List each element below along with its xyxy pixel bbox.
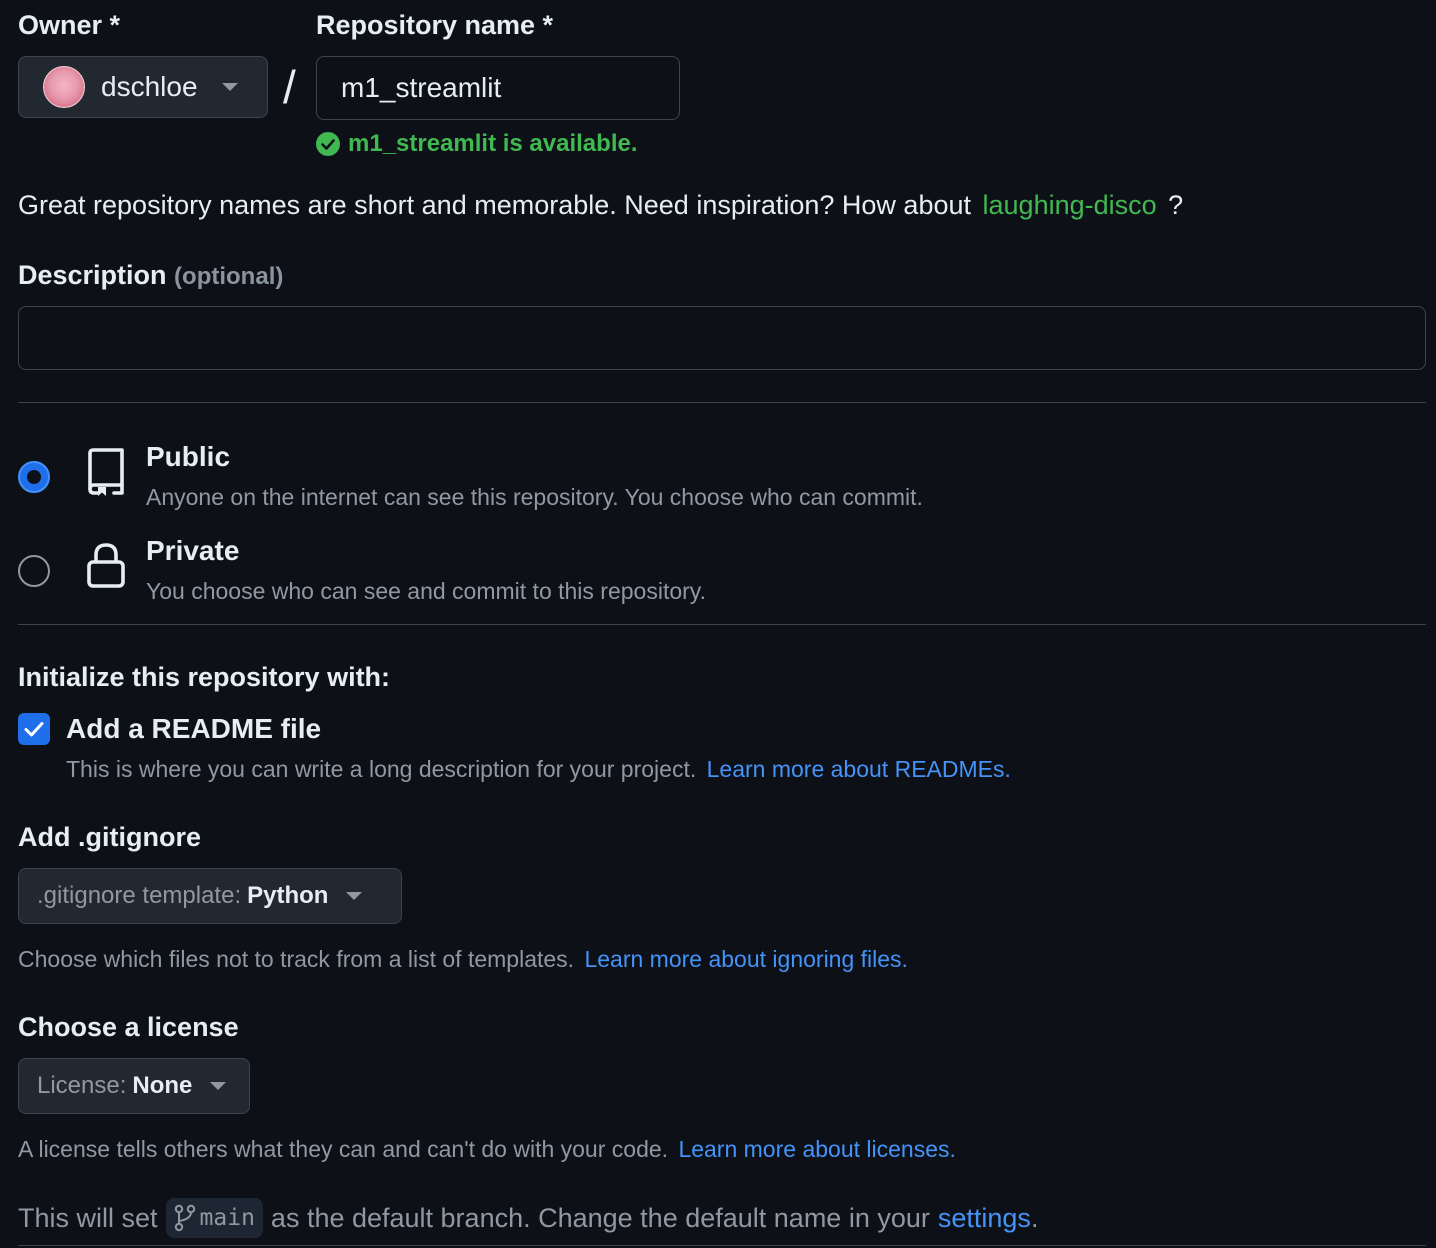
chevron-down-icon — [210, 1082, 227, 1090]
readme-desc: This is where you can write a long descr… — [66, 756, 697, 782]
git-branch-icon — [174, 1204, 195, 1232]
lock-icon — [87, 543, 125, 588]
gitignore-select[interactable]: .gitignore template: Python — [18, 868, 402, 924]
description-label-text: Description — [18, 260, 167, 290]
checkmark-icon — [24, 722, 44, 737]
initialize-label: Initialize this repository with: — [18, 662, 391, 692]
settings-link[interactable]: settings — [938, 1203, 1031, 1234]
default-branch-note: This will set main as the default branch… — [18, 1198, 1038, 1238]
gitignore-label: Add .gitignore — [18, 822, 201, 852]
description-input[interactable] — [18, 306, 1426, 370]
repo-icon — [88, 448, 124, 496]
optional-tag: (optional) — [174, 263, 284, 290]
branch-text-end: . — [1030, 1202, 1039, 1233]
check-circle-icon — [316, 132, 340, 156]
readme-checkbox[interactable] — [18, 713, 50, 745]
suggested-name-link[interactable]: laughing-disco — [983, 190, 1157, 220]
visibility-private-desc: You choose who can see and commit to thi… — [146, 578, 706, 604]
divider — [18, 402, 1426, 403]
gitignore-help: Choose which files not to track from a l… — [18, 946, 908, 973]
license-help: A license tells others what they can and… — [18, 1136, 956, 1163]
visibility-public-desc: Anyone on the internet can see this repo… — [146, 484, 923, 510]
description-label: Description (optional) — [18, 260, 283, 291]
repo-name-label: Repository name * — [316, 10, 554, 40]
branch-text-before: This will set — [18, 1202, 158, 1233]
readme-title: Add a README file — [66, 713, 322, 744]
visibility-private-title: Private — [146, 535, 240, 566]
license-label: Choose a license — [18, 1012, 239, 1042]
repo-name-input[interactable] — [316, 56, 680, 120]
owner-repo-separator: / — [283, 61, 296, 113]
owner-name: dschloe — [101, 71, 198, 102]
license-select-prefix: License: — [37, 1072, 127, 1099]
inspiration-line: Great repository names are short and mem… — [18, 190, 1183, 221]
availability-text: m1_streamlit is available. — [348, 130, 638, 157]
branch-chip: main — [165, 1198, 263, 1238]
gitignore-select-prefix: .gitignore template: — [37, 882, 242, 909]
avatar — [43, 66, 85, 108]
divider — [18, 1245, 1426, 1246]
visibility-radio-private[interactable] — [18, 555, 50, 587]
readme-learn-more-link[interactable]: Learn more about READMEs. — [707, 756, 1011, 782]
radio-selected-dot — [27, 470, 41, 484]
visibility-radio-public[interactable] — [18, 461, 50, 493]
gitignore-learn-more-link[interactable]: Learn more about ignoring files. — [584, 946, 907, 972]
availability-message: m1_streamlit is available. — [316, 130, 638, 158]
license-select-value: None — [132, 1072, 193, 1099]
license-learn-more-link[interactable]: Learn more about licenses. — [678, 1136, 955, 1162]
license-select[interactable]: License: None — [18, 1058, 250, 1114]
gitignore-help-text: Choose which files not to track from a l… — [18, 946, 575, 972]
branch-text-after: as the default branch. Change the defaul… — [270, 1202, 930, 1233]
owner-label: Owner * — [18, 10, 121, 40]
divider — [18, 624, 1426, 625]
owner-select[interactable]: dschloe — [18, 56, 268, 118]
readme-help: This is where you can write a long descr… — [66, 756, 1011, 783]
chevron-down-icon — [221, 83, 238, 91]
branch-name: main — [199, 1205, 255, 1231]
inspiration-suffix: ? — [1168, 190, 1184, 220]
inspiration-text: Great repository names are short and mem… — [18, 190, 971, 220]
visibility-public-title: Public — [146, 441, 231, 472]
gitignore-select-value: Python — [247, 882, 329, 909]
license-help-text: A license tells others what they can and… — [18, 1136, 669, 1162]
chevron-down-icon — [346, 892, 363, 900]
